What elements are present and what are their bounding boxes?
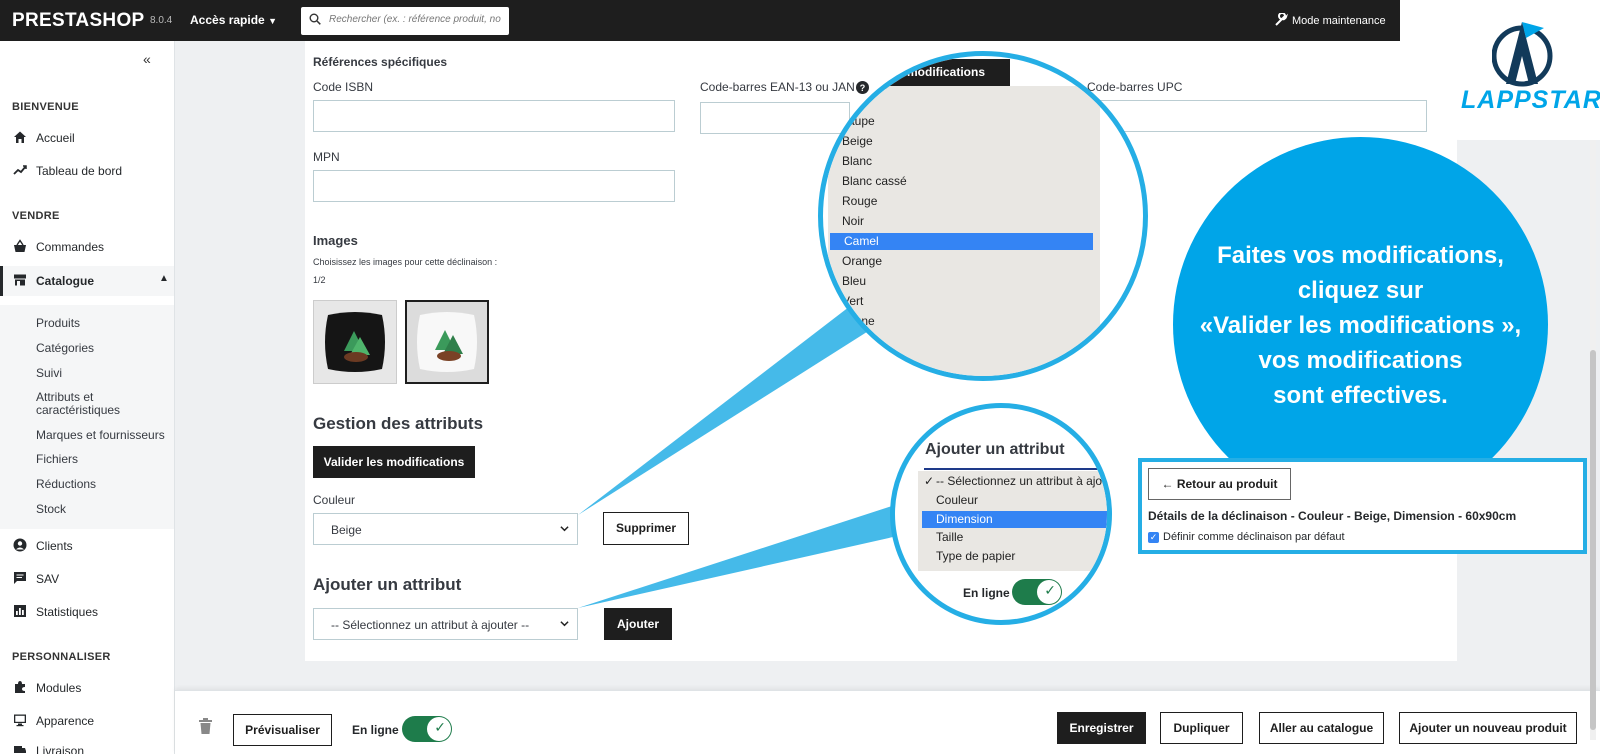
- color-dropdown-list[interactable]: Gris Taupe ✓ Beige Blanc Blanc cassé Roug…: [828, 86, 1100, 376]
- check-icon: ✓: [830, 134, 841, 148]
- color-option[interactable]: Orange: [842, 254, 882, 268]
- color-option[interactable]: Bleu: [842, 274, 866, 288]
- combination-details-box: ← Retour au produit Détails de la déclin…: [1138, 458, 1587, 554]
- color-option[interactable]: Blanc: [842, 154, 872, 168]
- online-label: En ligne: [352, 723, 399, 737]
- instruction-line: cliquez sur: [1297, 277, 1424, 304]
- color-option[interactable]: Vert: [842, 294, 863, 308]
- check-icon: ✓: [924, 474, 935, 488]
- default-combination-checkbox[interactable]: ✓: [1148, 532, 1159, 543]
- duplicate-button[interactable]: Dupliquer: [1160, 712, 1243, 744]
- color-option[interactable]: Noir: [842, 214, 864, 228]
- attribute-option[interactable]: Couleur: [936, 493, 978, 507]
- bottom-action-bar: Prévisualiser En ligne ✓ Enregistrer Dup…: [175, 690, 1600, 754]
- add-new-product-button[interactable]: Ajouter un nouveau produit: [1399, 712, 1577, 744]
- attribute-option[interactable]: Taille: [936, 530, 963, 544]
- color-option-checked[interactable]: ✓ Beige: [830, 134, 873, 148]
- instruction-text: Faites vos modifications, cliquez sur «V…: [1173, 238, 1548, 413]
- online-toggle[interactable]: ✓: [402, 716, 452, 742]
- color-option[interactable]: Jaune: [842, 314, 875, 328]
- combination-details-title: Détails de la déclinaison - Couleur - Be…: [1148, 509, 1517, 523]
- color-option[interactable]: Marron: [842, 334, 880, 348]
- go-to-catalogue-button[interactable]: Aller au catalogue: [1259, 712, 1384, 744]
- color-option[interactable]: Blanc cassé: [842, 174, 907, 188]
- preview-button[interactable]: Prévisualiser: [233, 714, 332, 746]
- arrow-left-icon: ←: [1161, 477, 1174, 491]
- attribute-option-checked[interactable]: ✓ -- Sélectionnez un attribut à ajou: [924, 474, 1109, 488]
- back-to-product-label: Retour au produit: [1176, 477, 1278, 491]
- attribute-option-highlighted[interactable]: Dimension: [922, 511, 1107, 528]
- back-to-product-button[interactable]: ← Retour au produit: [1148, 468, 1291, 500]
- color-option-highlighted[interactable]: Camel: [830, 233, 1093, 250]
- default-combination-label: Définir comme déclinaison par défaut: [1163, 531, 1345, 543]
- instruction-line: «Valider les modifications »,: [1199, 312, 1522, 339]
- zoom-validate-button-fragment: s modifications: [875, 59, 1010, 89]
- check-icon: ✓: [434, 719, 446, 735]
- zoom-attributes-circle: Ajouter un attribut ✓ -- Sélectionnez un …: [890, 403, 1112, 625]
- instruction-line: vos modifications: [1258, 347, 1463, 374]
- scrollbar-thumb[interactable]: [1590, 350, 1596, 730]
- attribute-option-label: -- Sélectionnez un attribut à ajou: [936, 474, 1109, 488]
- zoom-online-label: En ligne: [963, 586, 1010, 600]
- trash-icon[interactable]: [199, 718, 212, 734]
- zoom-add-attribute-title: Ajouter un attribut: [925, 441, 1065, 458]
- color-option[interactable]: Taupe: [842, 114, 875, 128]
- check-icon: ✓: [1044, 582, 1056, 598]
- save-button[interactable]: Enregistrer: [1057, 712, 1146, 744]
- color-option-label: Beige: [842, 134, 873, 148]
- zoom-select-edge: [924, 468, 1107, 470]
- color-option[interactable]: Gris: [842, 94, 864, 108]
- zoom-colors-circle: s modifications Gris Taupe ✓ Beige Blanc …: [818, 51, 1148, 381]
- zoom-online-toggle[interactable]: ✓: [1012, 579, 1062, 605]
- instruction-line: Faites vos modifications,: [1217, 242, 1504, 269]
- instruction-line: sont effectives.: [1273, 382, 1448, 409]
- color-option[interactable]: Rouge: [842, 194, 877, 208]
- attribute-dropdown-list[interactable]: ✓ -- Sélectionnez un attribut à ajou Coul…: [918, 471, 1109, 571]
- attribute-option[interactable]: Type de papier: [936, 549, 1015, 563]
